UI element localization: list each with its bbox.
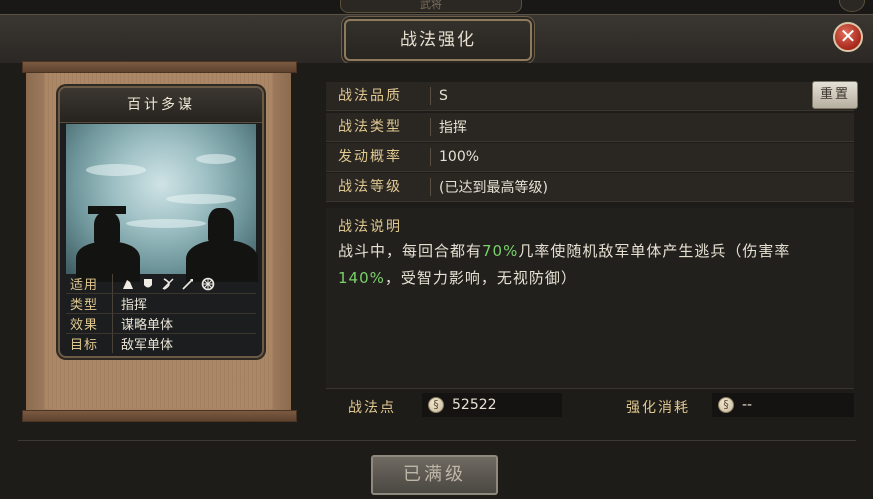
attr-value: S: [439, 88, 448, 104]
skill-card-title: 百计多谋: [60, 88, 262, 123]
skill-card: 百计多谋 适用 类型 指挥 效果 谋略单体 目标 敌军单体: [58, 86, 264, 358]
skill-points-value: 52522: [452, 397, 497, 413]
skill-point-coin-icon: §: [718, 397, 734, 413]
cloud: [126, 219, 206, 228]
divider: [18, 440, 856, 441]
header-bar: 战法强化: [0, 14, 873, 64]
attr-value: (已达到最高等级): [439, 180, 548, 196]
spear-icon: [182, 278, 193, 290]
top-tab-label: 武将: [420, 0, 442, 11]
attr-value: 100%: [439, 149, 480, 165]
figure-left-head: [94, 212, 120, 244]
attr-key: 战法品质: [326, 87, 431, 105]
page-title: 战法强化: [344, 19, 532, 61]
cavalry-icon: [123, 279, 133, 289]
attr-value: 指挥: [439, 120, 467, 136]
info-row-suitable: 适用: [66, 274, 256, 294]
points-row: 战法点 § 52522 强化消耗 § --: [326, 393, 854, 419]
close-button[interactable]: ✕: [833, 22, 863, 52]
wheel-icon: [201, 277, 215, 290]
attr-row-quality: 战法品质 S: [326, 82, 854, 111]
skill-points-box: § 52522: [422, 393, 562, 417]
info-key: 效果: [66, 314, 113, 333]
upgrade-cost-value: --: [742, 397, 753, 413]
cloud: [166, 194, 236, 204]
info-value: 敌军单体: [121, 338, 174, 353]
description-part: ，受智力影响，无视防御）: [384, 269, 577, 287]
info-value: 谋略单体: [121, 318, 174, 333]
description-highlight: 70%: [482, 242, 519, 260]
attr-row-type: 战法类型 指挥: [326, 113, 854, 142]
figure-left-hat: [88, 206, 126, 214]
info-row-target: 目标 敌军单体: [66, 334, 256, 353]
info-key: 目标: [66, 334, 113, 353]
skill-point-coin-icon: §: [428, 397, 444, 413]
attr-key: 战法等级: [326, 178, 431, 196]
attr-key: 发动概率: [326, 148, 431, 166]
skill-points-label: 战法点: [348, 400, 396, 416]
suit-icons: [113, 277, 215, 291]
description-part: 几率使随机敌军单体产生逃兵（伤害率: [518, 242, 791, 260]
attr-key: 战法类型: [326, 118, 431, 136]
attr-row-level: 战法等级 (已达到最高等级): [326, 173, 854, 202]
close-icon: ✕: [839, 24, 857, 48]
description-title: 战法说明: [338, 219, 402, 235]
bow-icon: [162, 277, 174, 290]
info-value: 指挥: [121, 298, 148, 313]
description-text: 战斗中，每回合都有70%几率使随机敌军单体产生逃兵（伤害率 140%，受智力影响，…: [338, 238, 838, 292]
description-part: 战斗中，每回合都有: [338, 242, 483, 260]
top-tab[interactable]: 武将: [340, 0, 522, 13]
shield-icon: [144, 278, 152, 287]
skill-card-art: [66, 124, 258, 282]
scroll-rod-top: [22, 61, 297, 73]
scroll-rod-bottom: [22, 410, 297, 422]
skill-card-info: 适用 类型 指挥 效果 谋略单体 目标 敌军单体: [66, 274, 256, 353]
cloud: [86, 164, 146, 176]
cloud: [196, 154, 236, 164]
figure-right-head: [208, 208, 234, 242]
description-box: 战法说明 战斗中，每回合都有70%几率使随机敌军单体产生逃兵（伤害率 140%，受…: [326, 208, 854, 389]
upgrade-cost-label: 强化消耗: [626, 400, 690, 416]
info-key: 适用: [66, 274, 113, 293]
info-row-type: 类型 指挥: [66, 294, 256, 314]
info-key: 类型: [66, 294, 113, 313]
info-row-effect: 效果 谋略单体: [66, 314, 256, 334]
description-highlight: 140%: [338, 269, 385, 287]
reset-button[interactable]: 重置: [812, 81, 858, 109]
maxed-level-button[interactable]: 已满级: [371, 455, 498, 495]
attr-row-probability: 发动概率 100%: [326, 143, 854, 172]
upgrade-cost-box: § --: [712, 393, 854, 417]
